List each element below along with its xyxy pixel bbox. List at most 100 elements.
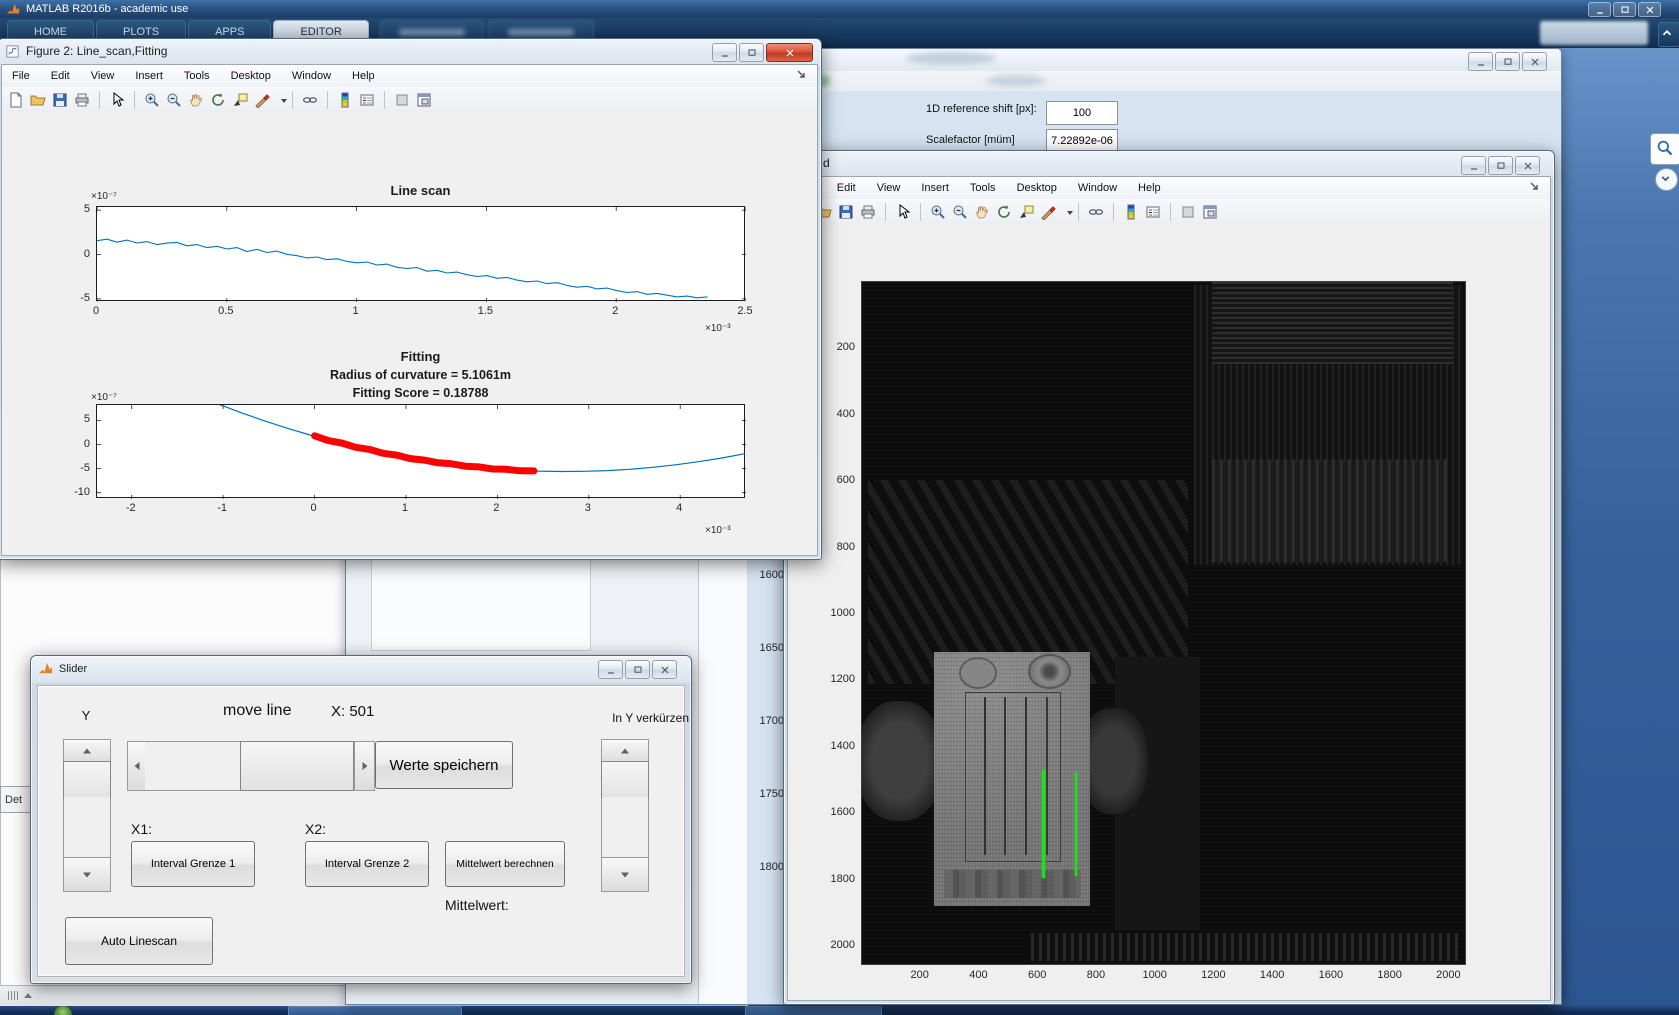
ref-shift-input[interactable] [1046,101,1118,125]
expand-panel-button[interactable] [1655,168,1678,191]
pan-hand-icon[interactable] [187,91,205,109]
save-icon[interactable] [837,203,855,221]
minimize-icon[interactable] [1468,52,1493,71]
undock-arrow-icon[interactable] [1528,180,1542,194]
slider-thumb[interactable] [63,761,111,799]
link-plots-icon[interactable] [1087,203,1105,221]
legend-icon[interactable] [358,91,376,109]
slider-thumb[interactable] [601,761,649,799]
slider-down-button[interactable] [601,857,649,892]
maximize-icon[interactable] [625,660,650,679]
arrow-cursor-icon[interactable] [108,91,126,109]
matlab-main-titlebar[interactable]: MATLAB R2016b - academic use [0,0,1679,18]
brush-icon[interactable] [253,91,271,109]
caret-down-icon[interactable] [1061,203,1070,221]
minimize-icon[interactable] [1588,2,1611,17]
caret-down-icon[interactable] [275,91,284,109]
green-selection-line[interactable] [1075,772,1077,876]
colorbar-icon[interactable] [336,91,354,109]
print-icon[interactable] [73,91,91,109]
search-docs-button[interactable] [1650,133,1679,165]
phase-image[interactable] [861,281,1466,965]
collapse-ribbon-button[interactable] [1658,22,1679,47]
menu-item-help[interactable]: Help [1136,180,1163,196]
maximize-icon[interactable] [1613,2,1636,17]
menu-item-edit[interactable]: Edit [835,180,858,196]
menu-item-insert[interactable]: Insert [133,68,165,84]
print-icon[interactable] [859,203,877,221]
slider-thumb[interactable] [240,741,354,791]
menu-item-window[interactable]: Window [1076,180,1119,196]
save-icon[interactable] [51,91,69,109]
line-scan-plot-area[interactable] [96,206,745,301]
slider-left-button[interactable] [127,741,147,791]
zoom-in-icon[interactable] [929,203,947,221]
windows-taskbar[interactable] [0,1005,1679,1015]
maximize-icon[interactable] [1488,156,1513,175]
close-icon[interactable] [766,43,813,62]
arrow-cursor-icon[interactable] [894,203,912,221]
fitting-plot-area[interactable] [96,404,745,498]
taskbar-item[interactable] [288,1006,462,1015]
menu-item-insert[interactable]: Insert [919,180,951,196]
new-document-icon[interactable] [7,91,25,109]
open-folder-icon[interactable] [29,91,47,109]
slider-titlebar[interactable]: Slider [31,656,691,681]
calc-mean-button[interactable]: Mittelwert berechnen [445,841,565,887]
rotate-3d-icon[interactable] [209,91,227,109]
minimize-icon[interactable] [712,43,737,62]
menu-item-help[interactable]: Help [350,68,377,84]
close-icon[interactable] [1638,2,1661,17]
image-figure-titlebar[interactable]: d [784,151,1554,175]
menu-item-view[interactable]: View [89,68,117,84]
interval-limit1-button[interactable]: Interval Grenze 1 [131,841,255,887]
menu-item-desktop[interactable]: Desktop [1015,180,1059,196]
start-orb[interactable] [54,1006,72,1015]
slider-right-button[interactable] [354,741,375,791]
data-cursor-icon[interactable] [1017,203,1035,221]
legend-icon[interactable] [1144,203,1162,221]
interval-limit2-button[interactable]: Interval Grenze 2 [305,841,429,887]
slider-down-button[interactable] [63,857,111,892]
dock-figure-icon[interactable] [415,91,433,109]
minimize-icon[interactable] [1461,156,1486,175]
slider-track[interactable] [64,797,110,857]
pan-hand-icon[interactable] [973,203,991,221]
brush-icon[interactable] [1039,203,1057,221]
undock-arrow-icon[interactable] [795,68,809,82]
maximize-icon[interactable] [739,43,764,62]
menu-item-view[interactable]: View [875,180,903,196]
grid-icon[interactable] [1179,203,1197,221]
close-icon[interactable] [1515,156,1540,175]
grid-icon[interactable] [393,91,411,109]
zoom-in-icon[interactable] [143,91,161,109]
zoom-out-icon[interactable] [951,203,969,221]
taskbar-item[interactable] [745,1006,882,1015]
menu-item-edit[interactable]: Edit [49,68,72,84]
menu-item-file[interactable]: File [10,68,32,84]
shorten-y-slider[interactable] [601,739,649,891]
zoom-out-icon[interactable] [165,91,183,109]
menu-item-tools[interactable]: Tools [182,68,212,84]
menu-item-tools[interactable]: Tools [968,180,998,196]
close-icon[interactable] [652,660,677,679]
green-selection-line[interactable] [1042,770,1045,878]
panel-resize-handle[interactable] [8,991,32,1000]
menu-item-desktop[interactable]: Desktop [229,68,273,84]
y-position-slider[interactable] [63,739,111,891]
minimize-icon[interactable] [598,660,623,679]
figure2-titlebar[interactable]: Figure 2: Line_scan,Fitting [0,39,821,63]
close-icon[interactable] [1522,52,1547,71]
link-plots-icon[interactable] [301,91,319,109]
slider-track[interactable] [145,742,240,790]
dock-figure-icon[interactable] [1201,203,1219,221]
slider-up-button[interactable] [601,739,649,763]
colorbar-icon[interactable] [1122,203,1140,221]
auto-linescan-button[interactable]: Auto Linescan [65,917,213,965]
slider-track[interactable] [602,797,648,857]
maximize-icon[interactable] [1495,52,1520,71]
menu-item-window[interactable]: Window [290,68,333,84]
move-line-slider[interactable] [127,741,373,791]
slider-up-button[interactable] [63,739,111,763]
data-cursor-icon[interactable] [231,91,249,109]
